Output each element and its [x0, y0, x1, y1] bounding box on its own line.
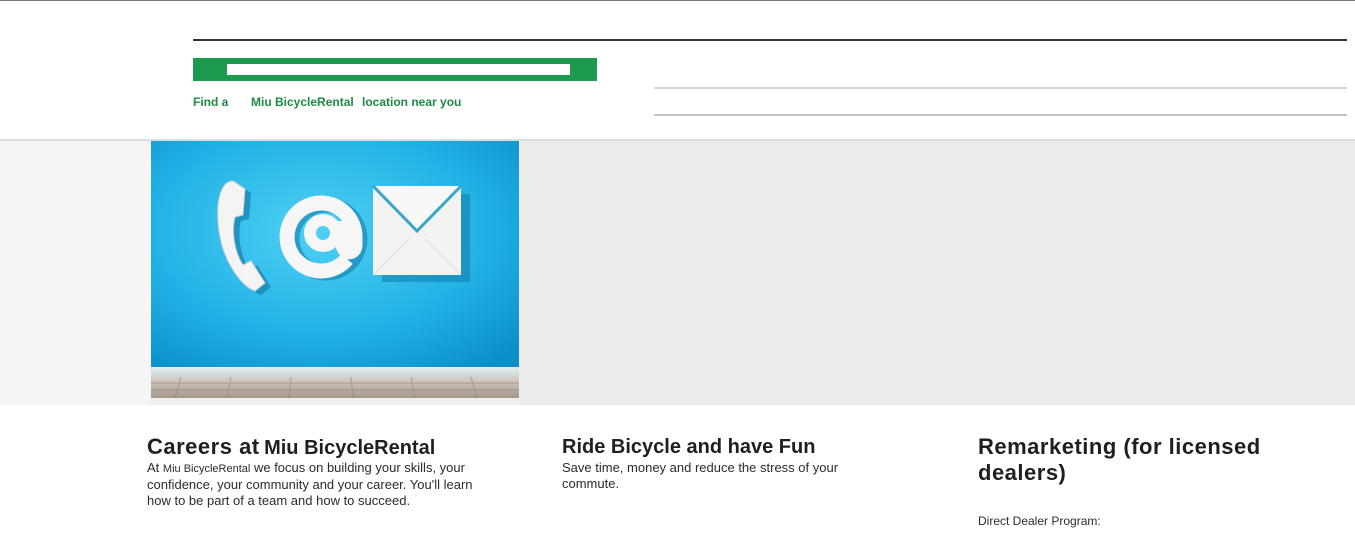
- ride-text: Save time, money and reduce the stress o…: [562, 460, 839, 491]
- finder-text-1: Find a: [193, 95, 229, 109]
- envelope-icon: [371, 184, 470, 282]
- header-rule: [193, 39, 1347, 41]
- careers-title-brand: Miu BicycleRental: [264, 437, 436, 459]
- ride-title: Ride Bicycle and have Fun: [562, 436, 816, 458]
- right-search-field-top: [654, 87, 1347, 89]
- contact-hero-image: [151, 141, 519, 398]
- careers-text-lead: At: [147, 460, 160, 475]
- right-search-field-bottom: [654, 114, 1347, 116]
- hero-right-panel: [519, 141, 1355, 405]
- hero-left-strip: [0, 141, 151, 405]
- careers-title: Careers at Miu BicycleRental: [147, 434, 487, 460]
- finder-text-2: location near you: [362, 95, 462, 109]
- careers-section: Careers at Miu BicycleRental At Miu Bicy…: [147, 434, 487, 509]
- remarketing-section: Remarketing (for licensed dealers) Direc…: [978, 434, 1338, 529]
- remarketing-title: Remarketing (for licensed dealers): [978, 434, 1261, 485]
- remarketing-subtitle: Direct Dealer Program:: [978, 514, 1101, 528]
- hero-banner: [0, 141, 1355, 405]
- careers-text: At Miu BicycleRental we focus on buildin…: [147, 460, 477, 509]
- finder-brand: Miu BicycleRental: [251, 95, 354, 109]
- careers-text-brand: Miu BicycleRental: [162, 463, 251, 475]
- search-input[interactable]: [227, 64, 570, 75]
- careers-title-prefix: Careers at: [147, 434, 260, 459]
- search-bar: [193, 58, 597, 81]
- top-border: [0, 0, 1355, 1]
- ride-section: Ride Bicycle and have Fun Save time, mon…: [562, 436, 882, 492]
